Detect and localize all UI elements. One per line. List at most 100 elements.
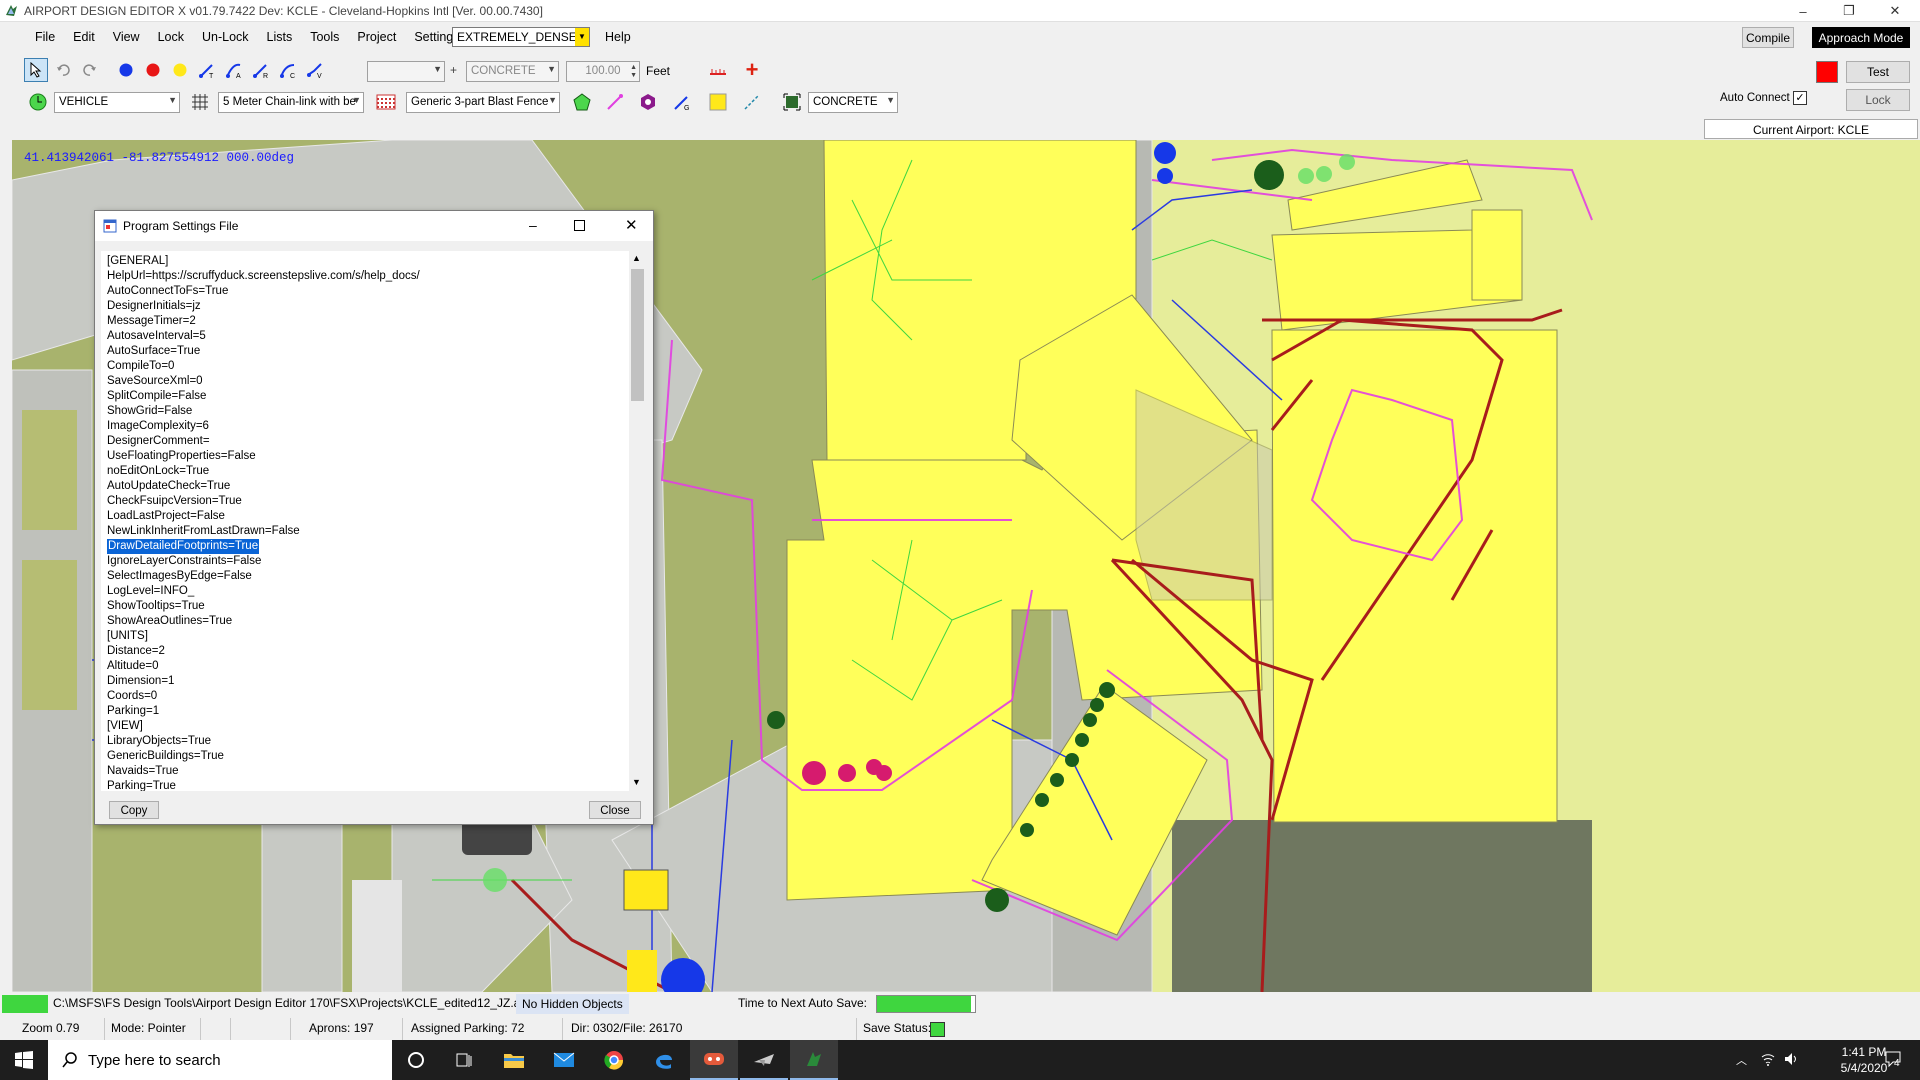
frame-icon[interactable] [780, 90, 804, 114]
fence-grid-icon[interactable] [188, 90, 212, 114]
hex-icon[interactable] [636, 90, 660, 114]
compile-button[interactable]: Compile [1742, 27, 1794, 48]
menu-file[interactable]: File [26, 24, 64, 48]
menu-project[interactable]: Project [348, 24, 405, 48]
undo-icon[interactable] [51, 58, 75, 82]
current-airport-label: Current Airport: KCLE [1704, 119, 1918, 139]
surface2-select[interactable]: CONCRETE ▼ [808, 92, 898, 113]
closed-link-icon[interactable]: C [276, 58, 300, 82]
menu-lock[interactable]: Lock [149, 24, 193, 48]
settings-line: AutoConnectToFs=True [107, 285, 229, 297]
maximize-button[interactable]: ❐ [1826, 0, 1872, 22]
notification-icon[interactable]: 4 [1884, 1050, 1906, 1070]
surface-select[interactable]: CONCRETE ▼ [466, 61, 559, 82]
taxi-link-icon[interactable]: T [195, 58, 219, 82]
settings-line: [UNITS] [107, 630, 148, 642]
file-explorer-icon[interactable] [490, 1040, 538, 1080]
blast-fence-icon[interactable] [374, 90, 398, 114]
vehicle-value: VEHICLE [59, 96, 109, 108]
svg-text:T: T [209, 73, 214, 79]
menu-edit[interactable]: Edit [64, 24, 104, 48]
menu-help[interactable]: Help [596, 24, 640, 48]
runway-link-icon[interactable]: R [249, 58, 273, 82]
chevron-down-icon[interactable]: ▼ [575, 28, 589, 46]
autosave-progress [876, 995, 976, 1013]
volume-icon[interactable] [1784, 1051, 1800, 1070]
pointer-icon[interactable] [24, 58, 48, 82]
chevron-up-icon[interactable]: ︿ [1736, 1052, 1747, 1068]
blank-select[interactable]: ▼ [367, 61, 445, 82]
chrome-icon[interactable] [590, 1040, 638, 1080]
blue-node-icon[interactable] [114, 58, 138, 82]
cortana-icon[interactable] [392, 1040, 440, 1080]
menu-un-lock[interactable]: Un-Lock [193, 24, 258, 48]
scroll-down-icon[interactable]: ▼ [632, 777, 641, 787]
save-status-indicator [930, 1022, 945, 1037]
dialog-close-icon[interactable]: ✕ [625, 216, 638, 234]
polygon-icon[interactable] [570, 90, 594, 114]
dialog-minimize-button[interactable]: – [529, 217, 537, 233]
dashed-line-icon[interactable] [740, 90, 764, 114]
window-title: AIRPORT DESIGN EDITOR X v01.79.7422 Dev:… [24, 4, 543, 18]
close-button[interactable]: ✕ [1872, 0, 1918, 22]
scroll-up-icon[interactable]: ▲ [632, 253, 641, 263]
auto-connect-label: Auto Connect [1720, 92, 1790, 104]
svg-text:R: R [263, 73, 268, 79]
toolbar-1: T A R C V [24, 58, 327, 82]
settings-line: Altitude=0 [107, 660, 159, 672]
surface-value: CONCRETE [471, 65, 536, 77]
settings-line: CompileTo=0 [107, 360, 175, 372]
settings-line: Parking=1 [107, 705, 160, 717]
link-g-icon[interactable]: G [670, 90, 694, 114]
mail-icon[interactable] [540, 1040, 588, 1080]
fence-select[interactable]: 5 Meter Chain-link with be ▼ [218, 92, 364, 113]
lock-button[interactable]: Lock [1846, 89, 1910, 111]
edge-icon[interactable] [640, 1040, 688, 1080]
close-dialog-button[interactable]: Close [589, 801, 641, 819]
scroll-thumb[interactable] [631, 269, 644, 401]
red-node-icon[interactable] [141, 58, 165, 82]
minimize-button[interactable]: – [1780, 0, 1826, 22]
wifi-icon[interactable] [1760, 1051, 1776, 1070]
auto-connect-checkbox[interactable]: ✓ [1793, 91, 1807, 105]
ruler-icon[interactable] [706, 58, 730, 82]
settings-line: CheckFsuipcVersion=True [107, 495, 242, 507]
menu-tools[interactable]: Tools [301, 24, 348, 48]
approach-mode-button[interactable]: Approach Mode [1812, 27, 1910, 48]
vehicle-link-icon[interactable]: V [303, 58, 327, 82]
settings-textarea[interactable]: [GENERAL] HelpUrl=https://scruffyduck.scr… [101, 251, 641, 791]
vehicle-select[interactable]: VEHICLE ▼ [54, 92, 180, 113]
settings-line: LogLevel=INFO_ [107, 585, 195, 597]
task-view-icon[interactable] [440, 1040, 488, 1080]
settings-line: HelpUrl=https://scruffyduck.screenstepsl… [107, 270, 420, 282]
test-button[interactable]: Test [1846, 61, 1910, 83]
game-icon[interactable] [690, 1040, 738, 1080]
settings-line: GenericBuildings=True [107, 750, 224, 762]
width-stepper[interactable]: 100.00 ▲ ▼ [566, 61, 640, 82]
settings-line: Distance=2 [107, 645, 165, 657]
color-swatch[interactable] [1816, 61, 1838, 83]
clock-icon[interactable] [26, 90, 50, 114]
density-select[interactable]: EXTREMELY_DENSE ▼ [452, 27, 590, 47]
plane-app-icon[interactable] [740, 1040, 788, 1080]
taskbar-search[interactable]: Type here to search [48, 1040, 392, 1080]
menu-lists[interactable]: Lists [258, 24, 302, 48]
autosave-label: Time to Next Auto Save: [738, 996, 867, 1010]
dialog-app-icon [103, 219, 117, 233]
blast-fence-select[interactable]: Generic 3-part Blast Fence ▼ [406, 92, 560, 113]
settings-line: ShowGrid=False [107, 405, 193, 417]
windows-start-icon[interactable] [0, 1040, 48, 1080]
redo-icon[interactable] [78, 58, 102, 82]
yellow-node-icon[interactable] [168, 58, 192, 82]
ade-app-icon[interactable] [790, 1040, 838, 1080]
settings-line: Parking=True [107, 780, 176, 791]
line-tool-icon[interactable] [603, 90, 627, 114]
copy-button[interactable]: Copy [109, 801, 159, 819]
crosshair-button[interactable]: + [740, 57, 764, 82]
add-icon[interactable]: + [450, 63, 457, 77]
dialog-maximize-button[interactable] [574, 220, 585, 231]
apron-link-icon[interactable]: A [222, 58, 246, 82]
yellow-area-icon[interactable] [706, 90, 730, 114]
menu-view[interactable]: View [104, 24, 149, 48]
hidden-objects-status[interactable]: No Hidden Objects [516, 994, 629, 1014]
